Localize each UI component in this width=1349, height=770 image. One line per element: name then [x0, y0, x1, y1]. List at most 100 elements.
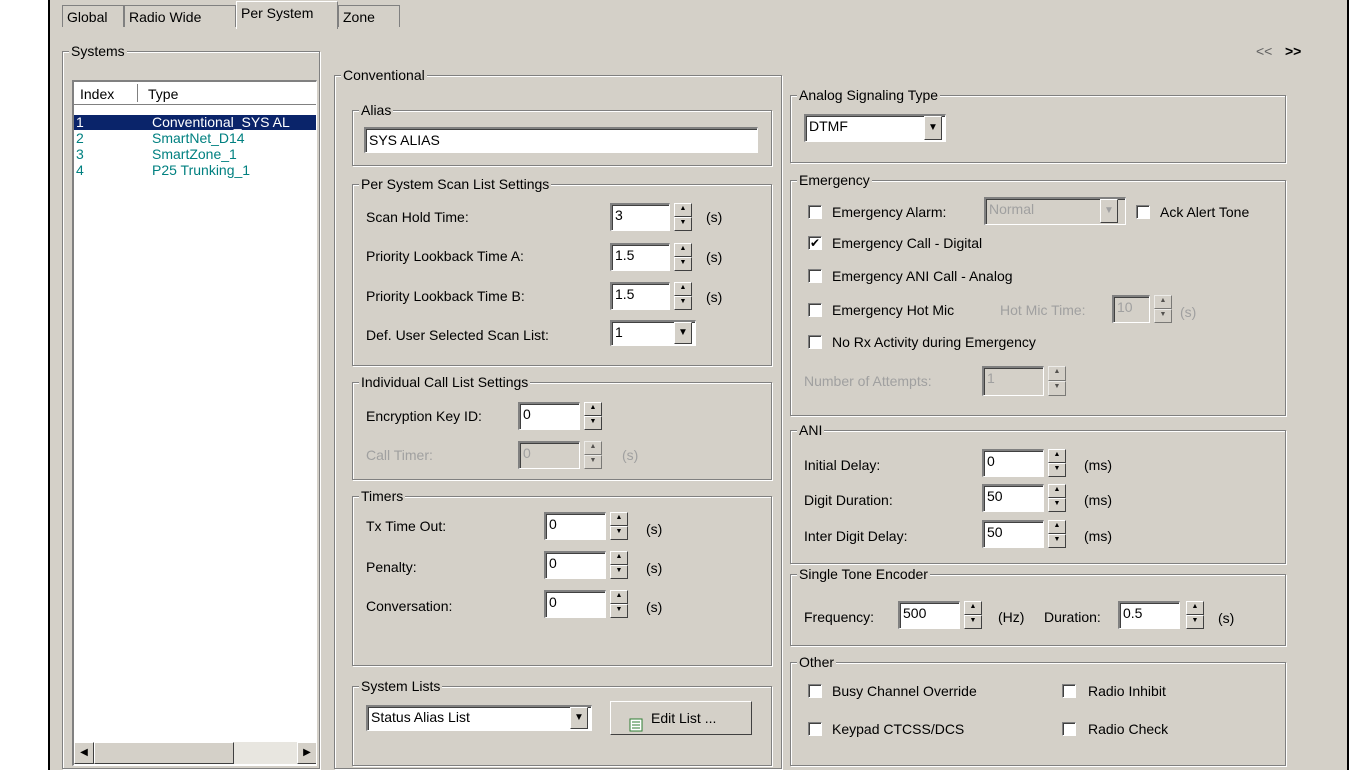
spin-down-icon[interactable]: ▼: [610, 565, 628, 579]
edit-list-button[interactable]: Edit List ...: [610, 701, 752, 735]
tab-radio-wide[interactable]: Radio Wide: [124, 5, 236, 27]
scroll-left-icon[interactable]: ◀: [74, 742, 94, 764]
no-rx-activity-checkbox[interactable]: [808, 335, 822, 349]
spin-down-icon[interactable]: ▼: [964, 615, 982, 629]
hot-mic-time-input: 10: [1112, 295, 1150, 323]
priority-b-unit: (s): [706, 289, 723, 305]
spin-down-icon[interactable]: ▼: [674, 257, 692, 271]
spin-up-icon[interactable]: ▲: [674, 203, 692, 217]
spin-up-icon[interactable]: ▲: [610, 512, 628, 526]
spin-up-icon[interactable]: ▲: [964, 601, 982, 615]
single-tone-title: Single Tone Encoder: [797, 566, 930, 582]
encryption-key-spinner[interactable]: ▲ ▼: [584, 402, 602, 430]
emergency-hot-mic-checkbox[interactable]: [808, 303, 822, 317]
spin-up-icon[interactable]: ▲: [1048, 484, 1066, 498]
systems-row[interactable]: 4 P25 Trunking_1: [74, 163, 316, 178]
alias-title: Alias: [359, 102, 394, 118]
scan-list-title: Per System Scan List Settings: [359, 176, 552, 192]
no-rx-activity-label: No Rx Activity during Emergency: [832, 334, 1036, 350]
scroll-right-icon[interactable]: ▶: [297, 742, 316, 764]
spin-down-icon[interactable]: ▼: [1186, 615, 1204, 629]
conversation-spinner[interactable]: ▲ ▼: [610, 590, 628, 618]
initial-delay-unit: (ms): [1084, 457, 1112, 473]
spin-up-icon[interactable]: ▲: [1048, 449, 1066, 463]
spin-down-icon[interactable]: ▼: [1048, 534, 1066, 548]
keypad-ctcss-checkbox[interactable]: [808, 722, 822, 736]
system-lists-select[interactable]: Status Alias List: [366, 705, 592, 731]
duration-input[interactable]: 0.5: [1118, 601, 1180, 629]
horizontal-scrollbar[interactable]: ◀ ▶: [74, 742, 316, 764]
duration-spinner[interactable]: ▲ ▼: [1186, 601, 1204, 629]
systems-list[interactable]: Index Type 1 Conventional_SYS AL 2 Smart…: [72, 80, 317, 766]
initial-delay-spinner[interactable]: ▲ ▼: [1048, 449, 1066, 477]
spin-down-icon[interactable]: ▼: [610, 526, 628, 540]
nav-prev-button[interactable]: <<: [1256, 42, 1272, 60]
emergency-title: Emergency: [797, 172, 872, 188]
digit-duration-spinner[interactable]: ▲ ▼: [1048, 484, 1066, 512]
scan-hold-unit: (s): [706, 209, 723, 225]
penalty-input[interactable]: 0: [544, 551, 606, 579]
nav-next-button[interactable]: >>: [1285, 42, 1301, 60]
initial-delay-input[interactable]: 0: [982, 449, 1044, 477]
emergency-call-digital-checkbox[interactable]: ✔: [808, 236, 822, 250]
priority-b-label: Priority Lookback Time B:: [366, 288, 525, 304]
tab-global[interactable]: Global: [62, 5, 124, 27]
hot-mic-time-label: Hot Mic Time:: [1000, 302, 1086, 318]
radio-inhibit-checkbox[interactable]: [1062, 684, 1076, 698]
spin-up-icon[interactable]: ▲: [1048, 520, 1066, 534]
spin-down-icon[interactable]: ▼: [674, 296, 692, 310]
priority-b-input[interactable]: 1.5: [610, 282, 670, 310]
scroll-thumb[interactable]: [94, 742, 234, 764]
emergency-alarm-checkbox[interactable]: [808, 205, 822, 219]
frequency-input[interactable]: 500: [898, 601, 960, 629]
priority-b-spinner[interactable]: ▲ ▼: [674, 282, 692, 310]
list-icon: [629, 711, 643, 732]
radio-check-checkbox[interactable]: [1062, 722, 1076, 736]
conversation-unit: (s): [646, 599, 663, 615]
spin-up-icon[interactable]: ▲: [674, 243, 692, 257]
frequency-spinner[interactable]: ▲ ▼: [964, 601, 982, 629]
row-type: SmartZone_1: [152, 146, 237, 162]
inter-digit-delay-input[interactable]: 50: [982, 520, 1044, 548]
scan-hold-input[interactable]: 3: [610, 203, 670, 231]
column-header-index[interactable]: Index: [80, 85, 114, 103]
spin-down-icon[interactable]: ▼: [584, 416, 602, 430]
spin-down-icon[interactable]: ▼: [1048, 463, 1066, 477]
frame-left-border: [48, 0, 50, 770]
systems-row[interactable]: 2 SmartNet_D14: [74, 131, 316, 146]
systems-row[interactable]: 3 SmartZone_1: [74, 146, 316, 162]
ack-alert-tone-checkbox[interactable]: [1136, 205, 1150, 219]
systems-row[interactable]: 1 Conventional_SYS AL: [74, 115, 316, 130]
spin-up-icon[interactable]: ▲: [674, 282, 692, 296]
busy-channel-override-checkbox[interactable]: [808, 684, 822, 698]
tx-timeout-input[interactable]: 0: [544, 512, 606, 540]
priority-a-spinner[interactable]: ▲ ▼: [674, 243, 692, 271]
spin-up-icon[interactable]: ▲: [1186, 601, 1204, 615]
inter-digit-delay-spinner[interactable]: ▲ ▼: [1048, 520, 1066, 548]
spin-down-icon[interactable]: ▼: [674, 217, 692, 231]
alias-input[interactable]: SYS ALIAS: [364, 127, 758, 153]
chevron-down-icon[interactable]: ▼: [674, 322, 692, 344]
conversation-input[interactable]: 0: [544, 590, 606, 618]
column-divider[interactable]: [137, 84, 138, 102]
frequency-unit: (Hz): [998, 609, 1025, 625]
penalty-spinner[interactable]: ▲ ▼: [610, 551, 628, 579]
emergency-ani-analog-checkbox[interactable]: [808, 269, 822, 283]
chevron-down-icon[interactable]: ▼: [924, 116, 942, 140]
spin-up-icon[interactable]: ▲: [584, 402, 602, 416]
spin-up-icon[interactable]: ▲: [610, 551, 628, 565]
tab-per-system[interactable]: Per System: [236, 1, 338, 29]
column-header-type[interactable]: Type: [148, 85, 178, 103]
tx-timeout-spinner[interactable]: ▲ ▼: [610, 512, 628, 540]
call-timer-input: 0: [518, 441, 580, 469]
priority-a-input[interactable]: 1.5: [610, 243, 670, 271]
chevron-down-icon[interactable]: ▼: [570, 707, 588, 729]
spin-down-icon[interactable]: ▼: [1048, 498, 1066, 512]
spin-down-icon[interactable]: ▼: [610, 604, 628, 618]
tab-zone[interactable]: Zone: [338, 5, 400, 27]
spin-up-icon[interactable]: ▲: [610, 590, 628, 604]
tx-timeout-unit: (s): [646, 521, 663, 537]
scan-hold-spinner[interactable]: ▲ ▼: [674, 203, 692, 231]
encryption-key-input[interactable]: 0: [518, 402, 580, 430]
digit-duration-input[interactable]: 50: [982, 484, 1044, 512]
